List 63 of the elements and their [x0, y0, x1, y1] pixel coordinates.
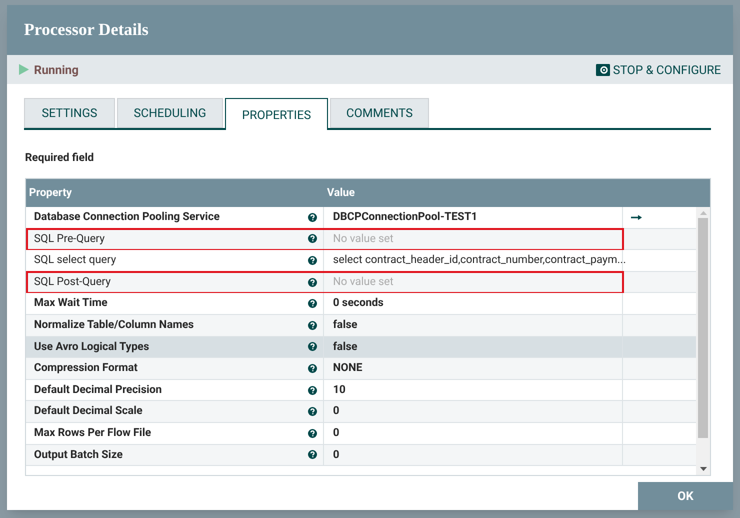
property-value: 0 seconds [333, 295, 384, 312]
gear-icon [596, 64, 610, 76]
property-name: Default Decimal Scale [34, 403, 142, 420]
property-value: DBCPConnectionPool-TEST1 [333, 209, 478, 226]
scroll-up-icon [700, 211, 707, 215]
property-value: 0 [333, 424, 340, 441]
help-icon[interactable] [308, 386, 317, 395]
column-header: Property [28, 184, 73, 201]
table-row[interactable]: Default Decimal Precision 10 [26, 380, 696, 402]
empty-value-text: No value set [333, 274, 394, 290]
table-row[interactable]: Normalize Table/Column Names false [26, 314, 696, 337]
play-icon [19, 64, 29, 75]
property-value: 10 [333, 382, 346, 398]
help-icon[interactable] [308, 234, 317, 244]
property-value: select contract_header_id,contract_number,contract_paym... [333, 252, 626, 268]
help-icon[interactable] [308, 278, 317, 287]
property-value: 0 [333, 403, 340, 420]
required-field-note: Required field [25, 151, 94, 164]
tab[interactable]: SCHEDULING [117, 98, 223, 128]
table-row[interactable]: Max Wait Time 0 seconds [26, 293, 696, 315]
property-name: Compression Format [34, 360, 138, 376]
help-icon[interactable] [308, 364, 317, 373]
tab[interactable]: COMMENTS [330, 98, 429, 128]
help-icon[interactable] [308, 342, 317, 352]
help-icon[interactable] [308, 299, 317, 308]
help-icon[interactable] [308, 450, 317, 460]
property-name: Max Wait Time [34, 295, 108, 312]
help-icon[interactable] [308, 320, 317, 330]
arrow-icon[interactable] [631, 214, 642, 220]
table-row[interactable]: Default Decimal Scale 0 [26, 401, 696, 423]
property-name: Use Avro Logical Types [34, 338, 150, 355]
table-row[interactable]: Compression Format NONE [26, 358, 696, 380]
property-value: false [333, 338, 358, 355]
help-icon[interactable] [308, 256, 317, 265]
property-name: Database Connection Pooling Service [34, 209, 220, 226]
table-row[interactable]: SQL Post-Query No value set [26, 272, 696, 294]
property-name: Normalize Table/Column Names [34, 317, 194, 334]
table-row[interactable]: Use Avro Logical Types false [26, 336, 696, 358]
table-row[interactable]: SQL Pre-Query No value set [26, 228, 696, 250]
help-icon[interactable] [308, 212, 317, 222]
scroll-down-icon [700, 467, 707, 471]
empty-value-text: No value set [333, 230, 394, 247]
dialog-title: Processor Details [24, 19, 148, 42]
scroll-thumb[interactable] [698, 218, 708, 438]
table-row[interactable]: SQL select query select contract_header_id,contract_number,contract_paym... [26, 250, 696, 272]
status-label: Running [34, 62, 79, 78]
property-value: 0 [333, 446, 340, 463]
stop-configure-button[interactable]: STOP & CONFIGURE [596, 60, 721, 78]
help-icon[interactable] [308, 428, 317, 438]
property-name: SQL Pre-Query [34, 230, 105, 247]
table-row[interactable]: Max Rows Per Flow File 0 [26, 422, 696, 445]
tab[interactable]: PROPERTIES [225, 98, 328, 130]
help-icon[interactable] [308, 407, 317, 416]
property-name: Default Decimal Precision [34, 382, 162, 398]
column-header: Value [326, 184, 355, 201]
property-value: NONE [333, 360, 362, 376]
property-name: SQL Post-Query [34, 274, 111, 290]
property-name: SQL select query [34, 252, 116, 268]
property-name: Output Batch Size [34, 446, 123, 463]
table-row[interactable]: Output Batch Size 0 [26, 444, 696, 466]
property-name: Max Rows Per Flow File [34, 424, 152, 441]
property-value: false [333, 317, 358, 334]
tab[interactable]: SETTINGS [24, 98, 115, 128]
